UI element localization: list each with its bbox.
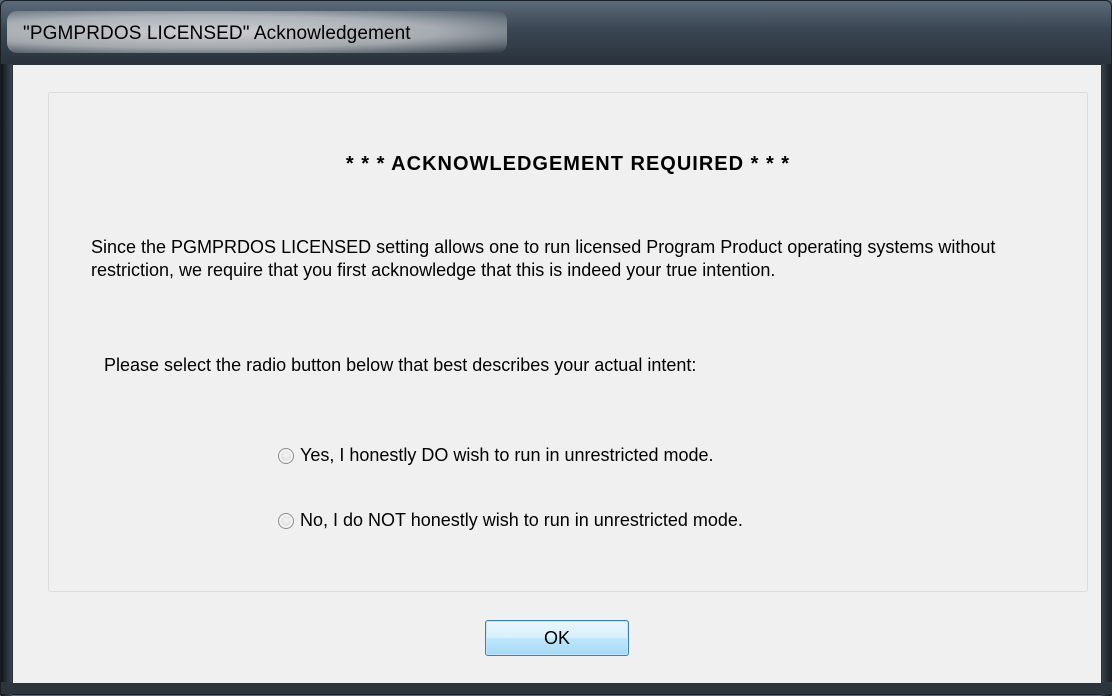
dialog-window: "PGMPRDOS LICENSED" Acknowledgement * * … — [0, 0, 1112, 696]
radio-label-no[interactable]: No, I do NOT honestly wish to run in unr… — [300, 510, 743, 531]
title-bar[interactable]: "PGMPRDOS LICENSED" Acknowledgement — [1, 1, 1111, 64]
window-frame-right — [1101, 64, 1111, 696]
radio-option-yes[interactable]: Yes, I honestly DO wish to run in unrest… — [278, 445, 714, 466]
window-frame-left — [1, 64, 12, 696]
radio-button-no[interactable] — [278, 512, 294, 529]
acknowledgement-heading: * * * ACKNOWLEDGEMENT REQUIRED * * * — [345, 153, 791, 175]
radio-label-yes[interactable]: Yes, I honestly DO wish to run in unrest… — [300, 445, 714, 466]
explanation-text: Since the PGMPRDOS LICENSED setting allo… — [91, 237, 996, 280]
dialog-client-area: * * * ACKNOWLEDGEMENT REQUIRED * * * Sin… — [12, 64, 1102, 684]
window-title: "PGMPRDOS LICENSED" Acknowledgement — [23, 23, 411, 44]
selection-prompt: Please select the radio button below tha… — [104, 355, 697, 375]
radio-option-no[interactable]: No, I do NOT honestly wish to run in unr… — [278, 510, 743, 531]
radio-button-yes[interactable] — [278, 447, 294, 464]
ok-button[interactable]: OK — [485, 620, 629, 656]
message-panel: * * * ACKNOWLEDGEMENT REQUIRED * * * Sin… — [48, 92, 1088, 592]
